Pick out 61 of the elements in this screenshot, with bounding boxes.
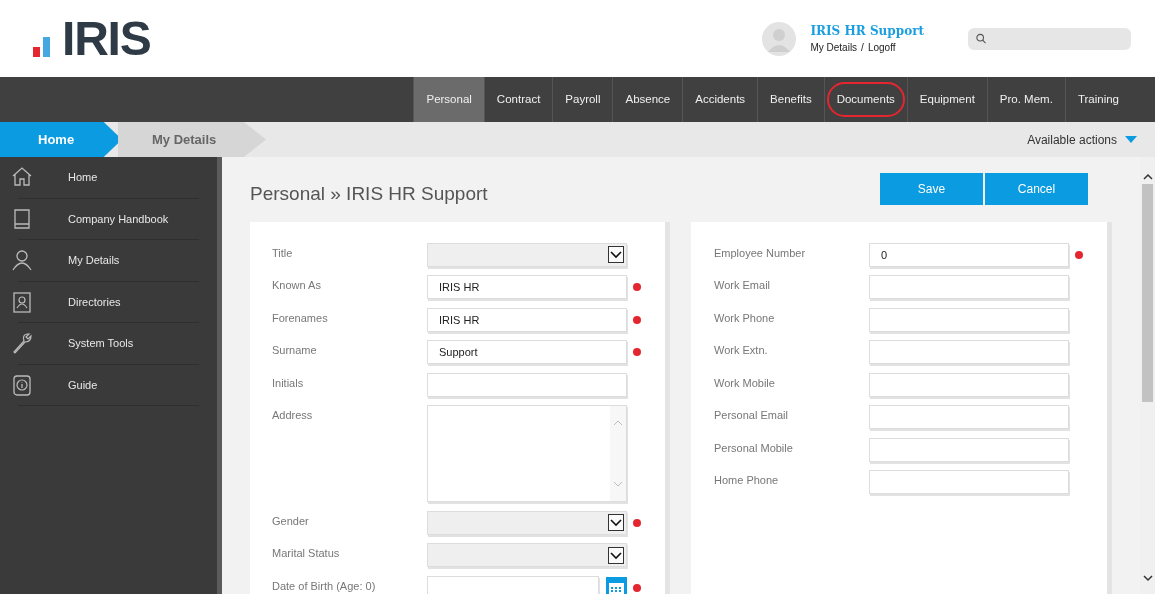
separator-text: / xyxy=(861,41,864,55)
field-label: Gender xyxy=(272,513,310,529)
sidebar-item[interactable]: Guide xyxy=(68,376,98,393)
field-label: Work Email xyxy=(714,278,772,293)
text-field[interactable] xyxy=(869,307,1069,332)
sidebar-item[interactable]: Directories xyxy=(68,293,121,310)
sidebar-item[interactable]: Home xyxy=(68,169,98,186)
date-field[interactable] xyxy=(427,575,599,594)
nav-tab[interactable]: Documents xyxy=(823,77,907,122)
scroll-thumb[interactable] xyxy=(1142,184,1153,402)
text-field[interactable]: 0 xyxy=(869,242,1069,267)
field-label: Initials xyxy=(272,375,305,391)
text-field[interactable] xyxy=(869,405,1069,429)
caret-icon xyxy=(1125,135,1137,144)
field-label: Personal Mobile xyxy=(714,440,794,456)
my-details-link[interactable]: My Details xyxy=(810,40,858,55)
dropdown-field[interactable] xyxy=(427,242,627,267)
text-field[interactable] xyxy=(869,372,1069,397)
field-label: Work Phone xyxy=(714,310,776,326)
field-label: Work Extn. xyxy=(714,343,769,358)
field-label: Work Mobile xyxy=(714,375,776,391)
field-label: Date of Birth (Age: 0) xyxy=(272,578,377,594)
text-field[interactable]: Support xyxy=(427,340,627,364)
text-field[interactable] xyxy=(869,470,1069,494)
user-name: IRIS HR Support xyxy=(810,23,924,40)
logoff-link[interactable]: Logoff xyxy=(867,40,896,55)
logo-text: IRIS xyxy=(62,14,151,63)
search-field[interactable] xyxy=(968,27,1131,50)
dropdown-field[interactable] xyxy=(427,510,627,535)
person-icon xyxy=(10,248,34,273)
scrollbar[interactable] xyxy=(1140,157,1155,594)
field-label: Home Phone xyxy=(714,473,780,488)
field-label: Marital Status xyxy=(272,546,341,561)
scroll-down-icon[interactable] xyxy=(1142,575,1153,582)
dropdown-field[interactable] xyxy=(427,543,627,567)
available-actions-menu[interactable]: Available actions xyxy=(1027,130,1137,149)
field-label: Employee Number xyxy=(714,245,807,261)
text-field[interactable] xyxy=(869,275,1069,299)
text-field[interactable]: IRIS HR xyxy=(427,307,627,332)
scroll-up-icon[interactable] xyxy=(1142,173,1153,180)
sidebar-item[interactable]: My Details xyxy=(68,252,120,269)
sidebar-item[interactable]: System Tools xyxy=(68,335,134,352)
contact-card-icon xyxy=(10,289,34,314)
text-field[interactable]: IRIS HR xyxy=(427,275,627,299)
sidebar-item[interactable]: Company Handbook xyxy=(68,210,169,227)
text-field[interactable] xyxy=(427,372,627,397)
text-field[interactable] xyxy=(869,340,1069,364)
field-label: Surname xyxy=(272,343,318,358)
text-field[interactable] xyxy=(869,437,1069,462)
nav-tab[interactable]: Personal xyxy=(413,77,484,122)
field-label: Forenames xyxy=(272,310,329,326)
calendar-icon[interactable] xyxy=(606,577,627,594)
field-label: Personal Email xyxy=(714,408,789,423)
search-icon xyxy=(976,33,986,44)
avatar-icon xyxy=(762,21,797,56)
page-title: Personal » IRIS HR Support xyxy=(250,182,488,206)
field-label: Known As xyxy=(272,278,322,293)
info-icon xyxy=(10,372,34,397)
field-label: Address xyxy=(272,408,314,423)
field-label: Title xyxy=(272,245,294,261)
breadcrumb-item[interactable]: My Details xyxy=(118,122,266,157)
